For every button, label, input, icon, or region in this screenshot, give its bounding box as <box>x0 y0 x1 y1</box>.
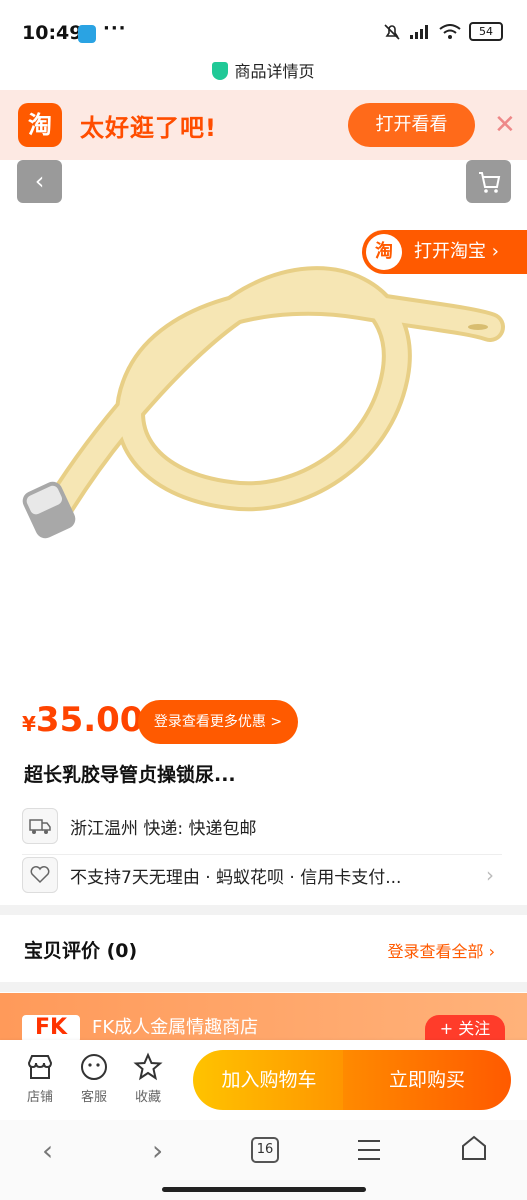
chevron-right-icon: › <box>486 863 494 887</box>
store-icon <box>27 1055 53 1079</box>
follow-button[interactable]: + 关注 <box>425 1015 505 1043</box>
review-label: 宝贝评价 (0) <box>24 940 138 962</box>
chevron-left-icon: ‹ <box>34 167 45 195</box>
tabs-button[interactable]: 16 <box>251 1137 279 1163</box>
home-icon[interactable] <box>460 1134 488 1162</box>
signal-icon <box>410 24 428 39</box>
open-taobao-label: 打开淘宝 › <box>414 241 499 262</box>
shield-icon <box>212 62 229 80</box>
shop-header[interactable]: FK FK成人金属情趣商店 + 关注 <box>0 993 527 1043</box>
open-app-button[interactable]: 打开看看 <box>348 103 475 147</box>
status-time: 10:49 <box>22 22 83 44</box>
section-divider <box>0 982 527 992</box>
services-text: 不支持7天无理由 · 蚂蚁花呗 · 信用卡支付... <box>70 868 402 888</box>
truck-icon <box>22 808 58 844</box>
buy-now-button[interactable]: 立即购买 <box>343 1050 511 1110</box>
taobao-logo-small: 淘 <box>366 234 402 270</box>
review-section[interactable]: 宝贝评价 (0) 登录查看全部 › <box>0 918 527 980</box>
promo-banner: 淘 太好逛了吧! 打开看看 ✕ <box>0 90 527 160</box>
price-value: 35.00 <box>35 700 144 740</box>
service-label: 客服 <box>80 1090 107 1105</box>
service-face-icon <box>81 1054 107 1080</box>
browser-forward-icon[interactable]: › <box>152 1134 163 1167</box>
price: ¥35.00 <box>22 700 143 740</box>
store-label: 店铺 <box>26 1090 53 1105</box>
heart-icon <box>22 857 58 893</box>
menu-icon[interactable] <box>356 1138 382 1162</box>
review-login-link[interactable]: 登录查看全部 › <box>388 938 496 962</box>
shop-name: FK成人金属情趣商店 <box>92 1017 259 1038</box>
wifi-icon <box>439 23 461 39</box>
more-notifications-icon: ··· <box>103 18 127 39</box>
back-button[interactable]: ‹ <box>17 160 62 203</box>
status-bar: 10:49 ··· 54 <box>0 0 527 60</box>
page-title: 商品详情页 <box>234 62 315 81</box>
star-icon <box>133 1052 163 1081</box>
promo-slogan: 太好逛了吧! <box>80 114 217 142</box>
browser-back-icon[interactable]: ‹ <box>42 1134 53 1167</box>
shipping-row: 浙江温州 快递: 快递包邮 <box>22 806 502 846</box>
price-symbol: ¥ <box>22 712 36 736</box>
product-image[interactable] <box>0 205 527 690</box>
product-title: 超长乳胶导管贞操锁尿... <box>24 764 236 786</box>
favorite-button[interactable]: 收藏 <box>126 1052 170 1105</box>
telegram-icon <box>78 25 96 43</box>
shipping-text: 浙江温州 快递: 快递包邮 <box>70 819 257 839</box>
shop-logo: FK <box>22 1015 80 1043</box>
add-to-cart-button[interactable]: 加入购物车 <box>193 1050 345 1110</box>
store-button[interactable]: 店铺 <box>18 1052 62 1105</box>
login-more-offers-button[interactable]: 登录查看更多优惠 > <box>138 700 298 744</box>
home-indicator <box>162 1187 366 1192</box>
cart-button[interactable] <box>466 160 511 203</box>
favorite-label: 收藏 <box>134 1090 161 1105</box>
customer-service-button[interactable]: 客服 <box>72 1052 116 1105</box>
taobao-logo: 淘 <box>18 103 62 147</box>
cart-icon <box>479 172 501 193</box>
browser-nav-bar: ‹ › 16 <box>0 1120 527 1200</box>
status-indicators: 54 <box>383 22 503 41</box>
mute-bell-icon <box>384 23 400 40</box>
battery-icon: 54 <box>469 22 503 41</box>
catheter-image <box>22 266 505 539</box>
close-icon[interactable]: ✕ <box>494 110 516 140</box>
section-divider <box>0 905 527 915</box>
page-title-bar: 商品详情页 <box>0 58 527 88</box>
open-taobao-button[interactable]: 淘 打开淘宝 › <box>362 230 527 274</box>
action-bar: 店铺 客服 收藏 加入购物车 立即购买 <box>0 1040 527 1120</box>
services-row[interactable]: 不支持7天无理由 · 蚂蚁花呗 · 信用卡支付... › <box>22 854 502 895</box>
